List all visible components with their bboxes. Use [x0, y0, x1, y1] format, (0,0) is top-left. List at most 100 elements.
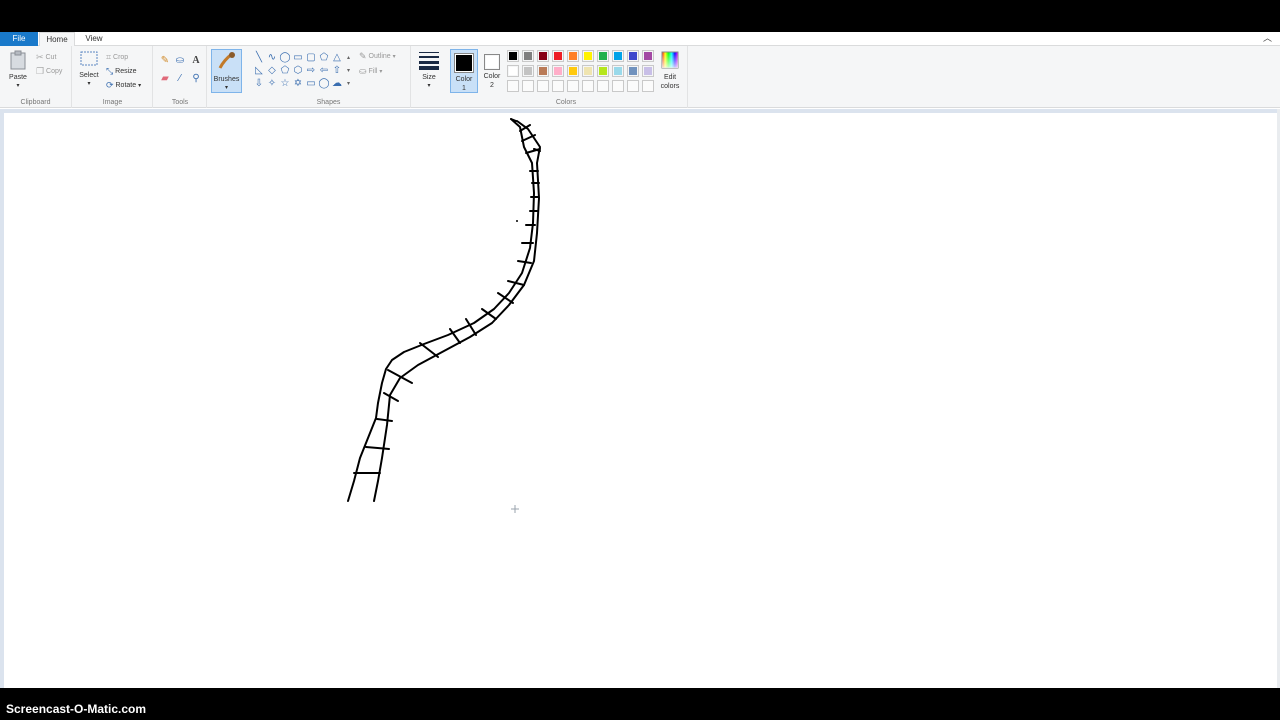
empty-color-slot[interactable] — [552, 80, 564, 92]
rectangle-shape-icon[interactable]: ▭ — [292, 52, 304, 64]
brushes-button[interactable]: Brushes ▾ — [211, 49, 242, 93]
paste-dropdown-icon: ▾ — [16, 83, 20, 89]
swatch-fill — [644, 67, 652, 75]
curve-shape-icon[interactable]: ∿ — [266, 52, 278, 64]
resize-icon: ⤡ — [106, 66, 114, 76]
down-arrow-shape-icon[interactable]: ⇩ — [253, 78, 265, 90]
oval-shape-icon[interactable]: ◯ — [279, 52, 291, 64]
diamond-shape-icon[interactable]: ◇ — [266, 65, 278, 77]
color-swatch[interactable] — [582, 50, 594, 62]
up-arrow-shape-icon[interactable]: ⇧ — [331, 65, 343, 77]
swatch-fill — [614, 52, 622, 60]
tab-view[interactable]: View — [78, 32, 110, 47]
resize-label: Resize — [115, 67, 137, 75]
text-tool-icon[interactable]: A — [189, 54, 203, 68]
color-swatch[interactable] — [642, 65, 654, 77]
color-swatch[interactable] — [642, 50, 654, 62]
ladder-right-rail — [373, 120, 541, 502]
right-arrow-shape-icon[interactable]: ⇨ — [305, 65, 317, 77]
four-point-star-shape-icon[interactable]: ✧ — [266, 78, 278, 90]
right-triangle-shape-icon[interactable]: ◺ — [253, 65, 265, 77]
color-swatch[interactable] — [537, 50, 549, 62]
cloud-callout-shape-icon[interactable]: ☁ — [331, 78, 343, 90]
color-swatch[interactable] — [537, 65, 549, 77]
empty-color-slot[interactable] — [597, 80, 609, 92]
oval-callout-shape-icon[interactable]: ◯ — [318, 78, 330, 90]
select-button[interactable]: Select ▾ — [77, 50, 101, 89]
swatch-fill — [539, 52, 547, 60]
paste-label: Paste — [9, 74, 27, 81]
drawing-canvas[interactable] — [4, 113, 1278, 688]
color-swatch[interactable] — [627, 65, 639, 77]
swatch-fill — [569, 52, 577, 60]
six-point-star-shape-icon[interactable]: ✡ — [292, 78, 304, 90]
polygon-shape-icon[interactable]: ⬠ — [318, 52, 330, 64]
select-label: Select — [79, 72, 99, 79]
hexagon-shape-icon[interactable]: ⬡ — [292, 65, 304, 77]
color-swatch[interactable] — [582, 65, 594, 77]
line-shape-icon[interactable]: ╲ — [253, 52, 265, 64]
fill-button[interactable]: ⛀ Fill ▾ — [359, 65, 382, 77]
empty-color-slot[interactable] — [522, 80, 534, 92]
color-swatch[interactable] — [522, 65, 534, 77]
collapse-ribbon-icon[interactable]: ︿ — [1263, 32, 1272, 45]
color-picker-icon[interactable]: ⁄ — [173, 72, 187, 86]
image-group-label: Image — [102, 99, 123, 106]
swatch-fill — [644, 52, 652, 60]
outline-button[interactable]: ✎ Outline ▾ — [359, 50, 396, 62]
color-swatch[interactable] — [567, 50, 579, 62]
color-swatch[interactable] — [612, 65, 624, 77]
swatch-fill — [524, 52, 532, 60]
empty-color-slot[interactable] — [567, 80, 579, 92]
shapes-scroll-icon[interactable]: ▴ ▾ ▾ — [347, 52, 350, 91]
empty-color-slot[interactable] — [582, 80, 594, 92]
color-swatch[interactable] — [567, 65, 579, 77]
ladder-rungs — [353, 124, 541, 474]
swatch-fill — [524, 67, 532, 75]
crop-button[interactable]: ⌗ Crop — [106, 51, 128, 63]
resize-button[interactable]: ⤡ Resize — [106, 65, 137, 77]
color-swatch[interactable] — [627, 50, 639, 62]
pentagon-shape-icon[interactable]: ⬠ — [279, 65, 291, 77]
edit-colors-button[interactable]: Edit colors — [656, 50, 684, 91]
color-swatch[interactable] — [507, 65, 519, 77]
pencil-icon[interactable]: ✎ — [158, 54, 172, 68]
five-point-star-shape-icon[interactable]: ☆ — [279, 78, 291, 90]
eraser-icon[interactable]: ▰ — [158, 72, 172, 86]
color2-button[interactable]: Color 2 — [479, 49, 505, 93]
magnifier-icon[interactable]: ⚲ — [189, 72, 203, 86]
swatch-fill — [614, 67, 622, 75]
rounded-callout-shape-icon[interactable]: ▭ — [305, 78, 317, 90]
left-arrow-shape-icon[interactable]: ⇦ — [318, 65, 330, 77]
top-black-bar — [0, 0, 1280, 32]
rotate-button[interactable]: ⟳ Rotate ▾ — [106, 79, 141, 91]
bottom-black-bar: Screencast-O-Matic.com — [0, 688, 1280, 720]
empty-color-slot[interactable] — [612, 80, 624, 92]
copy-label: Copy — [46, 67, 63, 75]
swatch-fill — [569, 67, 577, 75]
color-swatch[interactable] — [597, 50, 609, 62]
empty-color-slot[interactable] — [627, 80, 639, 92]
fill-bucket-icon[interactable]: ⛀ — [173, 54, 187, 68]
color-swatch[interactable] — [612, 50, 624, 62]
color2-label-line2: 2 — [490, 82, 494, 89]
empty-color-slot[interactable] — [642, 80, 654, 92]
color2-preview — [484, 54, 500, 70]
cut-button[interactable]: ✂ Cut — [36, 51, 56, 63]
color-swatch[interactable] — [522, 50, 534, 62]
color1-button[interactable]: Color 1 — [450, 49, 478, 93]
color2-fill — [486, 56, 498, 68]
rounded-rectangle-shape-icon[interactable]: ▢ — [305, 52, 317, 64]
paste-button[interactable]: Paste ▾ — [4, 50, 32, 91]
triangle-shape-icon[interactable]: △ — [331, 52, 343, 64]
empty-color-slot[interactable] — [537, 80, 549, 92]
copy-button[interactable]: ❐ Copy — [36, 65, 62, 77]
color-swatch[interactable] — [552, 50, 564, 62]
tab-home[interactable]: Home — [39, 32, 75, 47]
empty-color-slot[interactable] — [507, 80, 519, 92]
color-swatch[interactable] — [507, 50, 519, 62]
color-swatch[interactable] — [552, 65, 564, 77]
size-button[interactable]: Size ▾ — [416, 50, 442, 91]
color-swatch[interactable] — [597, 65, 609, 77]
tab-file[interactable]: File — [0, 32, 38, 47]
